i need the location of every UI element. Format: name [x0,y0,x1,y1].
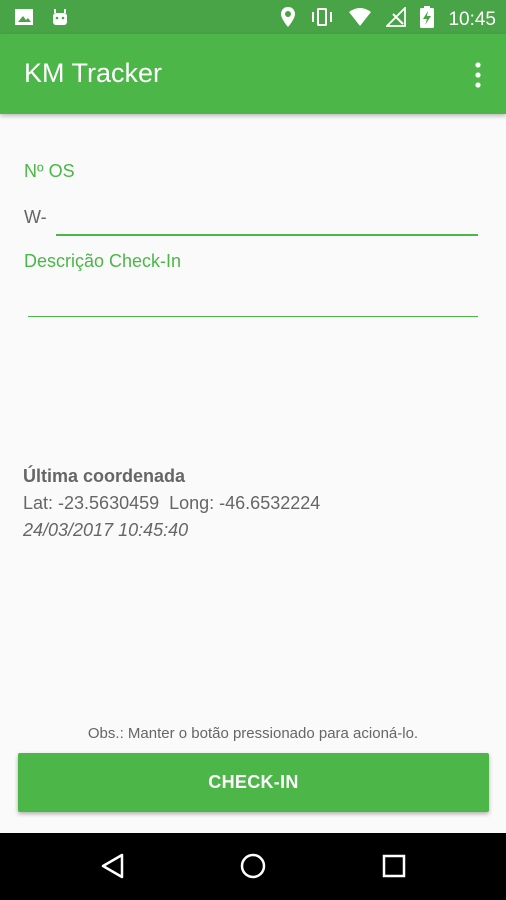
battery-charging-icon [420,6,435,33]
no-signal-icon [385,5,407,32]
coordinates-lat-long: Lat: -23.5630459 Long: -46.6532224 [23,493,321,513]
description-input[interactable] [28,284,478,317]
os-prefix: W- [24,207,47,227]
more-vert-icon[interactable] [470,60,486,90]
location-icon [280,6,296,33]
coordinates-timestamp: 24/03/2017 10:45:40 [23,520,189,540]
checkin-button[interactable]: CHECK-IN [18,753,489,812]
android-icon [50,7,70,32]
status-bar: 10:45 [0,0,506,34]
status-time: 10:45 [448,8,496,30]
navigation-bar [0,833,506,900]
os-number-input[interactable] [56,198,478,236]
recents-icon[interactable] [379,851,409,881]
os-label: Nº OS [24,161,75,181]
description-label: Descrição Check-In [24,251,182,271]
app-title: KM Tracker [24,58,163,88]
vibrate-icon [310,7,334,32]
back-icon[interactable] [98,851,128,881]
hold-note: Obs.: Manter o botão pressionado para ac… [87,725,419,742]
image-icon [14,7,34,32]
home-icon[interactable] [238,851,268,881]
wifi-icon [348,7,372,32]
coordinates-title: Última coordenada [23,466,186,486]
app-bar: KM Tracker [0,34,506,114]
